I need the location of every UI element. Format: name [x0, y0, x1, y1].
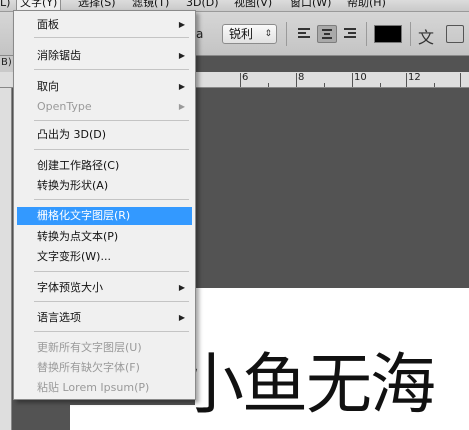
menu-item-language-options[interactable]: 语言选项 ▶	[17, 309, 192, 327]
menu-item-font-preview-size[interactable]: 字体预览大小 ▶	[17, 279, 192, 297]
menu-item-label: 消除锯齿	[37, 49, 81, 62]
text-color-swatch[interactable]	[374, 25, 402, 43]
ruler-label: 10	[354, 72, 367, 83]
menu-item-convert-to-shape[interactable]: 转换为形状(A)	[17, 177, 192, 195]
menu-item-label: 栅格化文字图层(R)	[37, 209, 131, 222]
toolbar-divider	[410, 22, 411, 46]
submenu-arrow-icon: ▶	[178, 283, 185, 292]
menu-divider	[34, 69, 189, 70]
menu-item-label: 更新所有文字图层(U)	[37, 341, 142, 354]
menu-item-label: OpenType	[37, 100, 92, 113]
menu-item-create-work-path[interactable]: 创建工作路径(C)	[17, 157, 192, 175]
align-left-button[interactable]	[294, 25, 314, 43]
menu-item-warp-text[interactable]: 文字变形(W)...	[17, 248, 192, 266]
antialias-select[interactable]: 锐利 ⇕	[222, 24, 277, 44]
menu-view[interactable]: 视图(V)	[234, 0, 272, 10]
menu-item-label: 文字变形(W)...	[37, 250, 111, 263]
canvas-text-layer[interactable]: 小鱼无海	[178, 350, 436, 420]
menu-item-panels[interactable]: 面板 ▶	[17, 16, 192, 34]
menu-item-label: 取向	[37, 80, 59, 93]
menu-window[interactable]: 窗口(W)	[290, 0, 331, 10]
warp-text-icon[interactable]: ⽂	[418, 24, 434, 48]
submenu-arrow-icon: ▶	[178, 82, 185, 91]
select-arrows-icon: ⇕	[264, 29, 272, 39]
menu-divider	[34, 37, 189, 38]
menu-item-replace-missing-fonts[interactable]: 替换所有缺欠字体(F)	[17, 359, 192, 377]
menu-divider	[34, 271, 189, 272]
menu-item-update-all-type-layers[interactable]: 更新所有文字图层(U)	[17, 339, 192, 357]
menu-item-convert-to-point-text[interactable]: 转换为点文本(P)	[17, 228, 192, 246]
menu-3d[interactable]: 3D(D)	[186, 0, 219, 10]
toolbar-divider	[366, 22, 367, 46]
menu-divider	[34, 301, 189, 302]
menu-item-antialias[interactable]: 消除锯齿 ▶	[17, 47, 192, 65]
menu-item-paste-lorem-ipsum[interactable]: 粘贴 Lorem Ipsum(P)	[17, 379, 192, 397]
align-center-button[interactable]	[317, 25, 337, 43]
type-menu-dropdown: 面板 ▶ 消除锯齿 ▶ 取向 ▶ OpenType ▶ 凸出为 3D(D) 创建…	[13, 10, 196, 400]
menu-divider	[34, 331, 189, 332]
menu-item-label: 粘贴 Lorem Ipsum(P)	[37, 381, 150, 394]
ruler-label: 8	[298, 72, 305, 83]
document-canvas-left[interactable]	[70, 405, 195, 430]
ruler-label: 12	[408, 72, 421, 83]
menu-divider	[34, 199, 189, 200]
antialias-icon: a	[196, 27, 204, 41]
vertical-ruler	[0, 88, 12, 430]
menu-item-label: 创建工作路径(C)	[37, 159, 120, 172]
menu-divider	[34, 149, 189, 150]
submenu-arrow-icon: ▶	[178, 102, 185, 111]
menu-item-rasterize-type-layer[interactable]: 栅格化文字图层(R)	[17, 207, 192, 225]
submenu-arrow-icon: ▶	[178, 51, 185, 60]
menu-item-label: 凸出为 3D(D)	[37, 128, 107, 141]
menu-item-label: 转换为形状(A)	[37, 179, 109, 192]
submenu-arrow-icon: ▶	[178, 20, 185, 29]
align-right-button[interactable]	[340, 25, 360, 43]
menu-item-label: 替换所有缺欠字体(F)	[37, 361, 140, 374]
menu-help[interactable]: 帮助(H)	[347, 0, 386, 10]
menu-item-label: 转换为点文本(P)	[37, 230, 119, 243]
character-panel-icon[interactable]	[446, 25, 464, 43]
submenu-arrow-icon: ▶	[178, 313, 185, 322]
menu-divider	[34, 120, 189, 121]
ruler-label: 6	[242, 72, 249, 83]
menu-item-label: 语言选项	[37, 311, 81, 324]
menu-filter[interactable]: 滤镜(T)	[132, 0, 169, 10]
menu-select[interactable]: 选择(S)	[78, 0, 116, 10]
toolbar-divider	[286, 22, 287, 46]
menu-item-orientation[interactable]: 取向 ▶	[17, 78, 192, 96]
menu-item-label: 面板	[37, 18, 59, 31]
antialias-value: 锐利	[229, 27, 254, 41]
menu-item-label: 字体预览大小	[37, 281, 103, 294]
menu-partial[interactable]: L)	[0, 0, 10, 10]
menu-item-extrude-3d[interactable]: 凸出为 3D(D)	[17, 126, 192, 144]
menu-item-opentype[interactable]: OpenType ▶	[17, 98, 192, 116]
